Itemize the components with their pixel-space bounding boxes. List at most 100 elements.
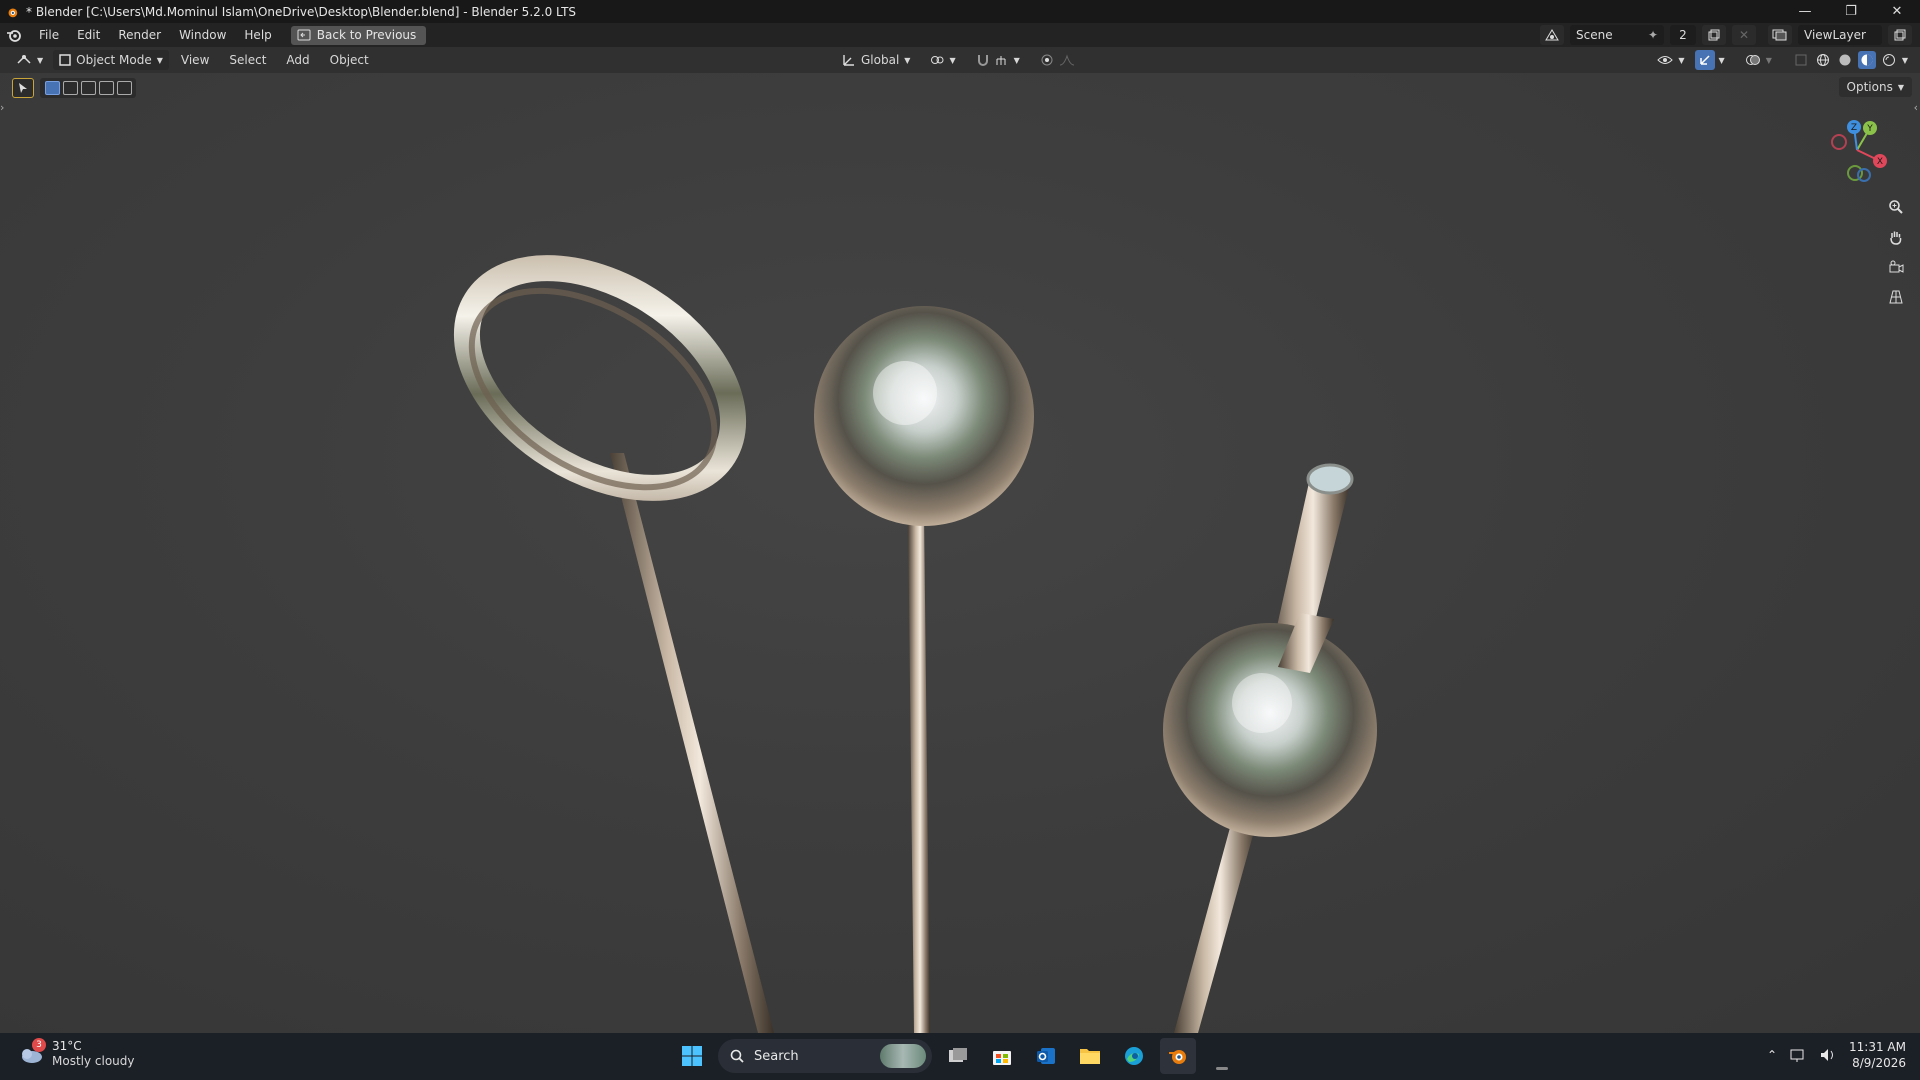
solid-shading-button[interactable]	[1836, 51, 1854, 69]
back-to-previous-button[interactable]: Back to Previous	[290, 25, 427, 45]
menu-select[interactable]: Select	[221, 50, 274, 70]
subtract-selection-icon[interactable]	[80, 81, 96, 95]
editor-type-dropdown[interactable]: ▼	[10, 50, 49, 70]
search-highlight-image	[880, 1044, 926, 1068]
temperature-text: 31°C	[52, 1039, 82, 1053]
rod-cap	[1306, 463, 1354, 495]
object-mode-dropdown[interactable]: Object Mode ▼	[53, 50, 169, 70]
microsoft-store-button[interactable]	[984, 1038, 1020, 1074]
wireframe-shading-button[interactable]	[1814, 51, 1832, 69]
blender-menu-icon[interactable]	[6, 27, 22, 43]
clock[interactable]: 11:31 AM 8/9/2026	[1849, 1039, 1906, 1071]
selection-mode-group	[40, 78, 136, 98]
view-layer-icon	[1772, 29, 1787, 41]
restore-button[interactable]: ❐	[1828, 0, 1874, 23]
transform-orientation-dropdown[interactable]: Global ▼	[836, 50, 916, 70]
options-dropdown[interactable]: Options ▼	[1838, 77, 1912, 97]
volume-icon[interactable]	[1819, 1047, 1837, 1063]
menu-edit[interactable]: Edit	[68, 23, 109, 47]
extend-selection-icon[interactable]	[62, 81, 78, 95]
pivot-point-dropdown[interactable]: ▼	[924, 50, 961, 70]
overlays-icon	[1745, 55, 1760, 65]
scene-browse-button[interactable]	[1540, 25, 1564, 45]
pivot-icon	[931, 56, 944, 64]
rod-right-lower	[1174, 813, 1258, 1033]
folder-icon	[1080, 1049, 1100, 1064]
menu-object[interactable]: Object	[322, 50, 377, 70]
sidebar-toggle-right[interactable]: ‹	[1914, 101, 1918, 114]
axis-z-negative[interactable]	[1857, 168, 1871, 182]
weather-alert-badge: 3	[32, 1038, 46, 1052]
object-mode-icon	[59, 54, 71, 66]
scene-users-label: 2	[1679, 28, 1687, 42]
windows-taskbar: 3 31°C Mostly cloudy Search ⌃ 11:31 AM 8…	[0, 1033, 1920, 1080]
show-hidden-icons-chevron-icon[interactable]: ⌃	[1767, 1048, 1777, 1062]
material-preview-shading-button[interactable]	[1857, 51, 1876, 69]
weather-widget[interactable]: 3 31°C Mostly cloudy	[18, 1038, 135, 1069]
material-sphere-icon	[1861, 54, 1873, 66]
network-icon[interactable]	[1789, 1047, 1807, 1063]
date-text: 8/9/2026	[1852, 1056, 1906, 1070]
navigation-gizmo[interactable]: Y Z X	[1822, 115, 1892, 185]
select-tool-button[interactable]	[12, 78, 34, 98]
menu-view[interactable]: View	[173, 50, 217, 70]
snap-toggle[interactable]: ▼	[970, 50, 1026, 70]
menu-add[interactable]: Add	[278, 50, 317, 70]
task-view-button[interactable]	[940, 1038, 976, 1074]
axis-x-negative[interactable]	[1831, 134, 1847, 150]
menu-file[interactable]: File	[30, 23, 68, 47]
chevron-down-icon: ▼	[1765, 55, 1772, 65]
camera-view-button[interactable]	[1882, 255, 1910, 279]
3d-viewport[interactable]: Options ▼ › ‹ Y Z X	[0, 73, 1920, 1033]
chevron-down-icon: ▼	[156, 55, 163, 65]
chevron-down-icon[interactable]: ▼	[1719, 56, 1725, 65]
menu-render[interactable]: Render	[109, 23, 170, 47]
scene-render	[453, 255, 1377, 1033]
edge-browser-button[interactable]	[1116, 1038, 1152, 1074]
scene-name-field[interactable]: Scene ✦	[1570, 25, 1664, 45]
invert-selection-icon[interactable]	[98, 81, 114, 95]
intersect-selection-icon[interactable]	[116, 81, 132, 95]
sidebar-toggle-left[interactable]: ›	[0, 101, 4, 114]
rendered-shading-button[interactable]	[1880, 51, 1898, 69]
taskbar-app-blank[interactable]	[1204, 1038, 1240, 1074]
orientation-label: Global	[861, 53, 900, 67]
view-layer-browse-button[interactable]	[1768, 25, 1792, 45]
show-overlays-toggle[interactable]: ▼	[1739, 50, 1778, 70]
proportional-editing-toggle[interactable]	[1034, 50, 1081, 70]
close-button[interactable]: ✕	[1874, 0, 1920, 23]
set-new-selection-icon[interactable]	[44, 81, 60, 95]
time-text: 11:31 AM	[1849, 1040, 1906, 1054]
new-view-layer-button[interactable]	[1888, 25, 1912, 45]
delete-scene-button[interactable]: ✕	[1732, 25, 1756, 45]
pin-icon[interactable]: ✦	[1648, 28, 1658, 42]
file-explorer-button[interactable]	[1072, 1038, 1108, 1074]
show-gizmo-toggle[interactable]	[1694, 50, 1715, 70]
outlook-button[interactable]	[1028, 1038, 1064, 1074]
blender-taskbar-button[interactable]	[1160, 1038, 1196, 1074]
start-button[interactable]	[674, 1038, 710, 1074]
snap-increment-icon	[996, 56, 1006, 65]
window-title: * Blender [C:\Users\Md.Mominul Islam\One…	[26, 4, 577, 19]
zoom-button[interactable]	[1882, 195, 1910, 219]
minimize-button[interactable]: —	[1782, 0, 1828, 23]
view-layer-field[interactable]: ViewLayer	[1798, 25, 1882, 45]
blender-app-icon	[8, 8, 18, 17]
taskbar-search-box[interactable]: Search	[718, 1039, 932, 1073]
scene-icon	[1545, 29, 1559, 41]
cursor-arrow-icon	[19, 83, 27, 93]
xray-toggle[interactable]	[1792, 51, 1810, 69]
menu-window[interactable]: Window	[170, 23, 235, 47]
object-visibility-dropdown[interactable]: ▼	[1651, 50, 1690, 70]
orthographic-toggle-button[interactable]	[1882, 285, 1910, 309]
gizmo-icon	[1699, 55, 1710, 65]
menu-help[interactable]: Help	[235, 23, 280, 47]
magnifier-zoom-icon	[1889, 200, 1903, 214]
duplicate-icon	[1894, 29, 1906, 41]
chevron-down-icon[interactable]: ▼	[1902, 56, 1908, 65]
scene-users-count[interactable]: 2	[1670, 25, 1696, 45]
chevron-down-icon: ▼	[904, 55, 911, 65]
grid-perspective-icon	[1889, 290, 1903, 304]
pan-button[interactable]	[1882, 225, 1910, 249]
new-scene-button[interactable]	[1702, 25, 1726, 45]
